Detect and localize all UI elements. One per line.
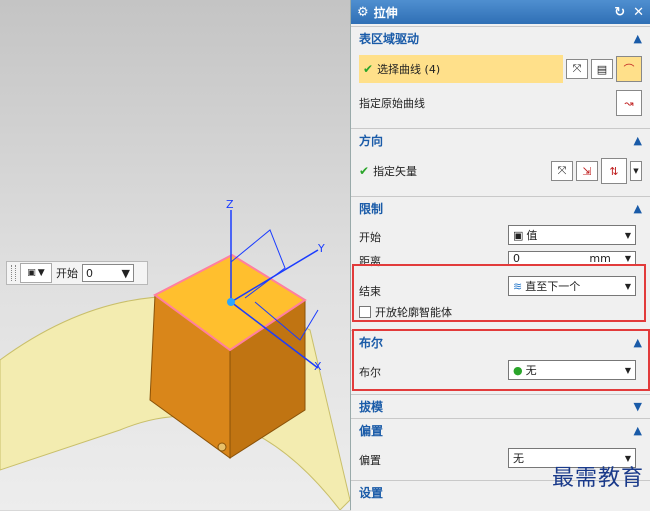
section-header-direction[interactable]: 方向 ▲ (351, 129, 650, 151)
vector-row[interactable]: ✔ 指定矢量 ⤧ ⇲ ⇅ ▼ (359, 157, 642, 185)
curve-arrow-icon: ↝ (624, 96, 634, 110)
boolean-select[interactable]: ● 无 ▼ (508, 360, 636, 380)
boolean-value: 无 (525, 364, 537, 377)
cube-icon: ▣ (513, 228, 524, 242)
select-curve-label: 选择曲线 (4) (377, 63, 441, 76)
original-curve-row[interactable]: 指定原始曲线 ↝ (359, 89, 642, 117)
vector-label: 指定矢量 (373, 165, 418, 178)
end-value: 直至下一个 (525, 280, 581, 293)
chevron-up-icon: ▲ (633, 133, 642, 147)
vector-type-button[interactable]: ⇅ (601, 158, 627, 184)
section-header-boolean[interactable]: 布尔 ▲ (351, 331, 650, 353)
chevron-down-icon: ▼ (624, 365, 631, 375)
section-draft: 拔模 ▼ (351, 394, 650, 417)
section-header-draft[interactable]: 拔模 ▼ (351, 395, 650, 417)
offset-label: 偏置 (359, 454, 381, 467)
x-axis-label: X (314, 360, 322, 373)
original-curve-button[interactable]: ↝ (616, 90, 642, 116)
section-title: 方向 (359, 133, 384, 148)
distance-value: 0 (513, 251, 520, 265)
open-profile-checkbox[interactable] (359, 306, 371, 318)
section-header-offset[interactable]: 偏置 ▲ (351, 419, 650, 441)
limit-type-dropdown[interactable]: ▣ ▼ (20, 263, 52, 283)
section-title: 表区域驱动 (359, 31, 420, 46)
extrude-dialog: ⚙ 拉伸 ↻ ✕ 表区域驱动 ▲ ✔ 选择曲线 (4) ⤧ ▤ ⌒ 指定原始曲线… (350, 0, 650, 511)
section-limits: 限制 ▲ 开始 ▣ 值 ▼ 距离 0 mm ▼ 结束 ≋ 直至下一个 ▼ 开放轮廓智… (351, 196, 650, 325)
cube-icon: ▣ (27, 268, 36, 278)
original-curve-label: 指定原始曲线 (359, 97, 425, 110)
chevron-down-icon: ▼ (37, 268, 45, 278)
chevron-down-icon: ▼ (624, 253, 631, 263)
section-direction: 方向 ▲ ✔ 指定矢量 ⤧ ⇲ ⇅ ▼ (351, 128, 650, 193)
chevron-down-icon: ▼ (633, 167, 639, 175)
sketch-icon: ▤ (596, 62, 608, 76)
grip-handle[interactable] (11, 265, 16, 281)
chevron-down-icon: ▼ (624, 230, 631, 240)
curve-button[interactable]: ⌒ (616, 56, 642, 82)
y-axis-label: Y (317, 242, 325, 255)
distance-label: 距离 (359, 255, 381, 268)
boolean-none-icon: ● (513, 363, 523, 377)
distance-input[interactable]: 0 mm ▼ (508, 251, 636, 265)
boolean-label: 布尔 (359, 366, 381, 379)
direction-handle[interactable] (217, 442, 227, 452)
vector-dropdown[interactable]: ▼ (630, 161, 642, 181)
section-boolean: 布尔 ▲ 布尔 ● 无 ▼ (351, 330, 650, 393)
section-title: 设置 (359, 485, 384, 500)
vector-constructor-button[interactable]: ⇲ (576, 161, 598, 181)
quick-start-input[interactable]: 0 ▼ (82, 264, 134, 282)
section-header-limits[interactable]: 限制 ▲ (351, 197, 650, 219)
start-value: 值 (526, 229, 538, 242)
gear-icon: ⚙ (357, 4, 369, 20)
check-icon: ✔ (363, 62, 374, 76)
section-title: 偏置 (359, 423, 384, 438)
model-canvas: Z Y X (0, 198, 350, 510)
curve-icon: ⌒ (623, 63, 635, 76)
z-axis-label: Z (226, 198, 234, 211)
end-label: 结束 (359, 285, 381, 298)
cross-arrows-icon: ⤧ (557, 164, 567, 177)
curve-rule-button[interactable]: ⤧ (566, 59, 588, 79)
chevron-up-icon: ▲ (633, 423, 642, 437)
quick-start-label: 开始 (56, 267, 78, 280)
reset-icon[interactable]: ↻ (614, 5, 625, 20)
stack-icon: ≋ (513, 279, 523, 293)
start-label: 开始 (359, 231, 381, 244)
graphics-viewport[interactable]: Z Y X ▣ ▼ 开始 0 ▼ (0, 0, 350, 510)
distance-unit: mm (589, 251, 611, 265)
select-curve-row[interactable]: ✔ 选择曲线 (4) ⤧ ▤ ⌒ (359, 55, 642, 83)
cross-arrows-icon: ⤧ (572, 62, 582, 75)
vector-icon: ⇲ (582, 164, 592, 178)
end-select[interactable]: ≋ 直至下一个 ▼ (508, 276, 636, 296)
section-surface-drive: 表区域驱动 ▲ ✔ 选择曲线 (4) ⤧ ▤ ⌒ 指定原始曲线 ↝ (351, 26, 650, 123)
csys-origin[interactable] (227, 298, 235, 306)
chevron-down-icon: ▼ (624, 281, 631, 291)
check-icon: ✔ (359, 164, 370, 178)
chevron-up-icon: ▲ (633, 335, 642, 349)
select-curve-field[interactable]: ✔ 选择曲线 (4) (359, 55, 563, 83)
section-title: 限制 (359, 201, 384, 216)
open-profile-label: 开放轮廓智能体 (375, 306, 452, 319)
screen-input-box: ▣ ▼ 开始 0 ▼ (6, 261, 148, 285)
close-icon[interactable]: ✕ (633, 5, 644, 20)
sketch-section-button[interactable]: ▤ (591, 59, 613, 79)
quick-start-value: 0 (86, 266, 93, 280)
axis-icon: ⇅ (609, 164, 619, 178)
dialog-title-bar[interactable]: ⚙ 拉伸 ↻ ✕ (351, 0, 650, 24)
chevron-up-icon: ▲ (633, 201, 642, 215)
chevron-up-icon: ▲ (633, 31, 642, 45)
section-title: 布尔 (359, 335, 384, 350)
reverse-direction-button[interactable]: ⤧ (551, 161, 573, 181)
open-profile-row[interactable]: 开放轮廓智能体 (359, 304, 452, 320)
watermark-text: 最需教育 (551, 466, 644, 491)
start-select[interactable]: ▣ 值 ▼ (508, 225, 636, 245)
chevron-down-icon: ▼ (121, 266, 130, 280)
section-header-surface-drive[interactable]: 表区域驱动 ▲ (351, 27, 650, 49)
dialog-title: 拉伸 (373, 5, 398, 20)
chevron-down-icon: ▼ (633, 399, 642, 413)
section-title: 拔模 (359, 399, 384, 414)
